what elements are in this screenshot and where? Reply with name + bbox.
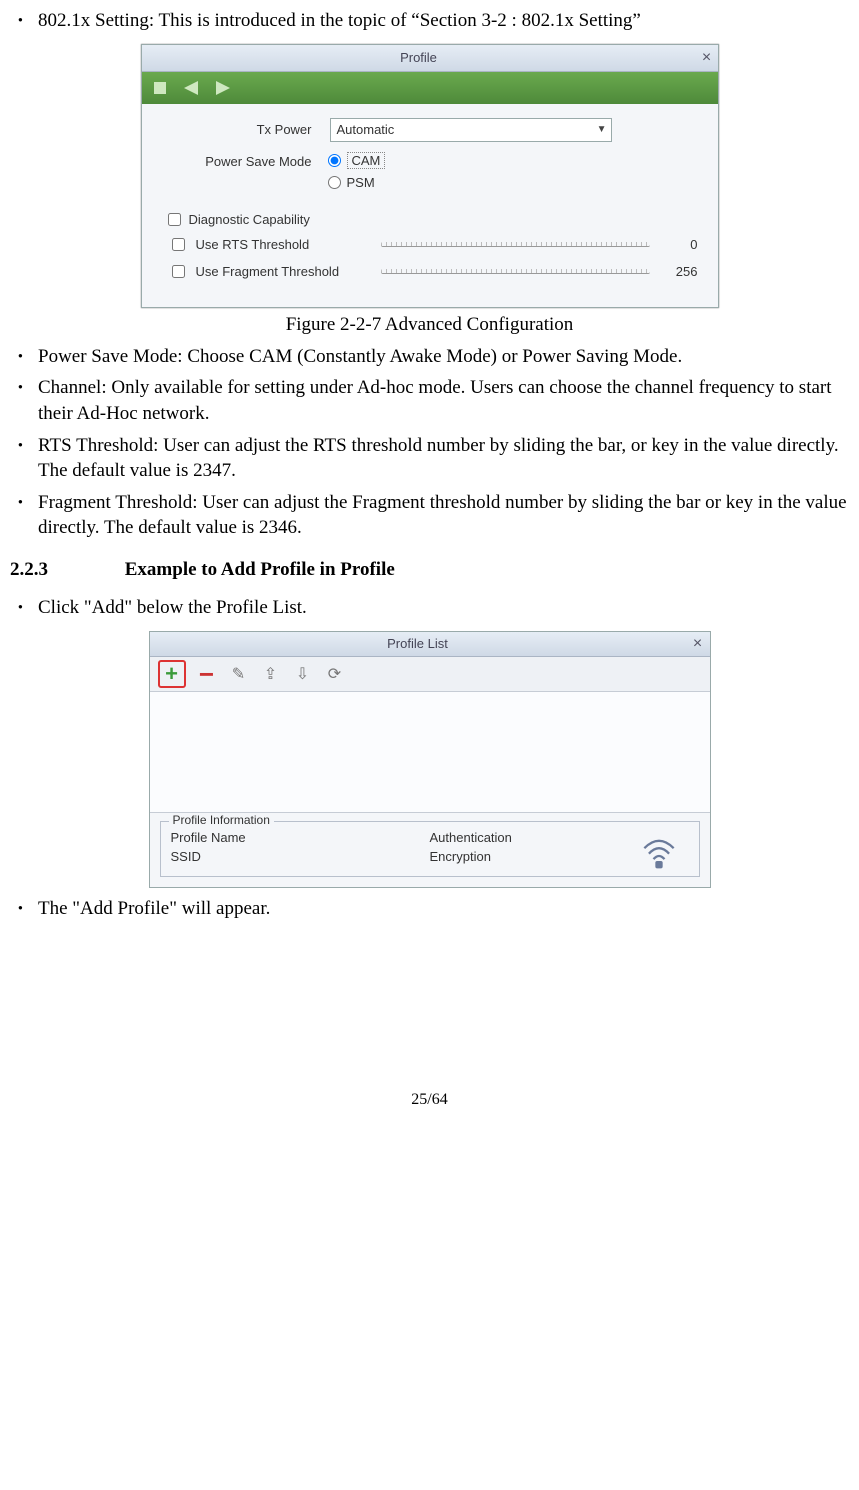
refresh-button[interactable]: ⟳	[324, 663, 346, 685]
rts-checkbox[interactable]	[172, 238, 185, 251]
bullet-item: Fragment Threshold: User can adjust the …	[10, 490, 849, 541]
bullet-list-bot1: Click "Add" below the Profile List.	[10, 595, 849, 621]
radio-psm[interactable]: PSM	[328, 175, 386, 190]
rts-value: 0	[658, 237, 698, 252]
profile-info-fieldset: Profile Information Profile Name Authent…	[160, 821, 700, 877]
dialog-titlebar: Profile List ×	[150, 632, 710, 657]
bullet-list-mid: Power Save Mode: Choose CAM (Constantly …	[10, 344, 849, 541]
bullet-item: Power Save Mode: Choose CAM (Constantly …	[10, 344, 849, 370]
radio-cam-input[interactable]	[328, 154, 341, 167]
radio-psm-label: PSM	[347, 175, 375, 190]
dialog-title: Profile List	[150, 636, 686, 651]
import-button[interactable]: ⇪	[260, 663, 282, 685]
diag-checkbox-row[interactable]: Diagnostic Capability	[168, 212, 698, 227]
forward-arrow-icon[interactable]	[216, 81, 230, 95]
radio-cam[interactable]: CAM	[328, 152, 386, 169]
profile-name-label: Profile Name	[171, 828, 430, 847]
dialog-title: Profile	[142, 50, 696, 65]
wifi-icon	[637, 828, 681, 872]
add-button[interactable]: +	[158, 660, 186, 688]
bullet-item: RTS Threshold: User can adjust the RTS t…	[10, 433, 849, 484]
dialog-body: Tx Power Automatic ▼ Power Save Mode CAM…	[142, 104, 718, 307]
bullet-item: Channel: Only available for setting unde…	[10, 375, 849, 426]
frag-slider[interactable]	[381, 269, 650, 274]
combo-value: Automatic	[337, 122, 395, 137]
ssid-label: SSID	[171, 847, 430, 866]
section-title: Example to Add Profile in Profile	[125, 559, 395, 580]
radio-psm-input[interactable]	[328, 176, 341, 189]
frag-label: Use Fragment Threshold	[196, 264, 340, 279]
chevron-down-icon: ▼	[597, 124, 607, 135]
stop-icon[interactable]	[154, 82, 166, 94]
remove-button[interactable]: −	[196, 663, 218, 685]
bullet-item: Click "Add" below the Profile List.	[10, 595, 849, 621]
close-icon[interactable]: ×	[686, 635, 710, 653]
plus-icon: +	[165, 665, 178, 683]
dialog-toolbar: + − ✎ ⇪ ⇩ ⟳	[150, 657, 710, 692]
pencil-icon: ✎	[232, 664, 245, 684]
profile-dialog: Profile × Tx Power Automatic ▼ Power Sav…	[141, 44, 719, 308]
tx-power-combo[interactable]: Automatic ▼	[330, 118, 612, 142]
dialog-titlebar: Profile ×	[142, 45, 718, 72]
diag-label: Diagnostic Capability	[189, 212, 310, 227]
diag-checkbox[interactable]	[168, 213, 181, 226]
export-icon: ⇩	[296, 664, 309, 684]
dialog-toolbar	[142, 72, 718, 104]
rts-slider[interactable]	[381, 242, 650, 247]
page-number: 25/64	[10, 1091, 849, 1109]
profile-list-area[interactable]	[150, 692, 710, 813]
figure-caption-1: Figure 2-2-7 Advanced Configuration	[10, 314, 849, 336]
frag-value: 256	[658, 264, 698, 279]
rts-checkbox-row[interactable]: Use RTS Threshold	[168, 235, 373, 254]
close-icon[interactable]: ×	[696, 49, 718, 67]
minus-icon: −	[199, 668, 214, 680]
bullet-list-bot2: The "Add Profile" will appear.	[10, 896, 849, 922]
power-save-mode-label: Power Save Mode	[162, 152, 330, 169]
section-heading: 2.2.3 Example to Add Profile in Profile	[10, 559, 849, 581]
bullet-item: The "Add Profile" will appear.	[10, 896, 849, 922]
frag-checkbox[interactable]	[172, 265, 185, 278]
frag-checkbox-row[interactable]: Use Fragment Threshold	[168, 262, 373, 281]
refresh-icon: ⟳	[328, 664, 341, 684]
tx-power-label: Tx Power	[162, 122, 330, 137]
bullet-item: 802.1x Setting: This is introduced in th…	[10, 8, 849, 34]
export-button[interactable]: ⇩	[292, 663, 314, 685]
edit-button[interactable]: ✎	[228, 663, 250, 685]
profile-list-dialog: Profile List × + − ✎ ⇪ ⇩ ⟳ Profile Infor…	[149, 631, 711, 888]
radio-cam-label: CAM	[347, 152, 386, 169]
fieldset-legend: Profile Information	[169, 813, 274, 827]
bullet-list-top: 802.1x Setting: This is introduced in th…	[10, 8, 849, 34]
import-icon: ⇪	[264, 664, 277, 684]
section-number: 2.2.3	[10, 559, 120, 581]
back-arrow-icon[interactable]	[184, 81, 198, 95]
rts-label: Use RTS Threshold	[196, 237, 310, 252]
